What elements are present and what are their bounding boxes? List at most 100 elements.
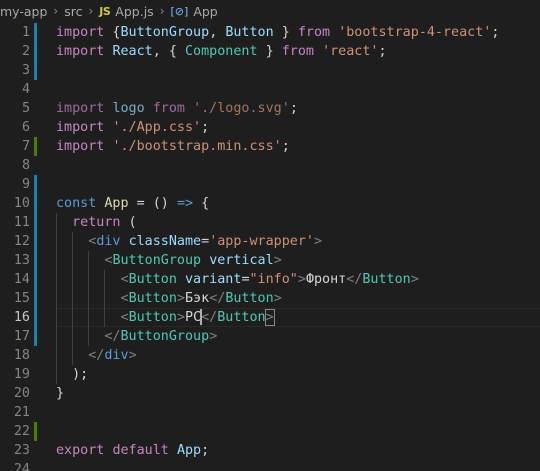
code-token: > — [128, 348, 137, 363]
line-number[interactable]: 1 — [0, 23, 30, 42]
code-line[interactable]: 10 const App = () => { — [0, 194, 540, 213]
code-line[interactable]: 23 export default App; — [0, 441, 540, 460]
code-line[interactable]: 11 return ( — [0, 213, 540, 232]
code-line[interactable]: 12 <div className='app-wrapper'> — [0, 232, 540, 251]
code-line[interactable]: 19 ); — [0, 365, 540, 384]
code-token: ; — [289, 101, 298, 116]
line-number[interactable]: 15 — [0, 289, 30, 308]
git-added-gutter-mark[interactable] — [34, 422, 37, 441]
code-line[interactable]: 22 — [0, 422, 540, 441]
code-line[interactable]: 5 import logo from './logo.svg'; — [0, 99, 540, 118]
git-modified-gutter-mark[interactable] — [34, 327, 37, 346]
code-token: './App.css' — [112, 120, 202, 135]
code-token: 'react' — [322, 44, 379, 59]
code-line[interactable]: 9 — [0, 175, 540, 194]
code-token: </ — [209, 291, 226, 306]
line-number[interactable]: 19 — [0, 365, 30, 384]
line-number[interactable]: 3 — [0, 61, 30, 80]
code-token: Button — [225, 25, 274, 40]
git-modified-gutter-mark[interactable] — [34, 175, 37, 194]
code-token: Component — [185, 44, 258, 59]
git-modified-gutter-mark[interactable] — [34, 251, 37, 270]
code-line[interactable]: 24 — [0, 460, 540, 471]
git-modified-gutter-mark[interactable] — [34, 232, 37, 251]
indent-guide — [56, 213, 57, 384]
line-number[interactable]: 9 — [0, 175, 30, 194]
line-number[interactable]: 24 — [0, 460, 30, 471]
line-number[interactable]: 17 — [0, 327, 30, 346]
line-number[interactable]: 10 — [0, 194, 30, 213]
line-number[interactable]: 21 — [0, 403, 30, 422]
code-token: > — [176, 310, 185, 325]
git-modified-gutter-mark[interactable] — [34, 213, 37, 232]
code-line[interactable]: 4 — [0, 80, 540, 99]
git-modified-gutter-mark[interactable] — [34, 42, 37, 61]
git-modified-gutter-mark[interactable] — [34, 308, 37, 327]
code-line[interactable]: 16 <Button>PC</Button> — [0, 308, 540, 327]
git-added-gutter-mark[interactable] — [34, 137, 37, 156]
code-token: ); — [72, 367, 89, 382]
line-number[interactable]: 11 — [0, 213, 30, 232]
chevron-right-icon: › — [88, 4, 94, 18]
line-number[interactable]: 2 — [0, 42, 30, 61]
breadcrumb-folder[interactable]: src — [64, 4, 82, 19]
git-modified-gutter-mark[interactable] — [34, 194, 37, 213]
line-number[interactable]: 20 — [0, 384, 30, 403]
code-line[interactable]: 21 — [0, 403, 540, 422]
code-line[interactable]: 8 — [0, 156, 540, 175]
javascript-file-icon: JS — [99, 4, 111, 18]
code-line[interactable]: 20} — [0, 384, 540, 403]
code-line[interactable]: 1 import {ButtonGroup, Button } from 'boo… — [0, 23, 540, 42]
breadcrumb-symbol[interactable]: App — [193, 4, 217, 19]
code-token: ; — [378, 44, 387, 59]
code-line[interactable]: 13 <ButtonGroup vertical> — [0, 251, 540, 270]
code-line[interactable]: 18 </div> — [0, 346, 540, 365]
git-modified-gutter-mark[interactable] — [34, 289, 37, 308]
code-token: Бэк — [185, 291, 210, 306]
editor-text-area[interactable]: 1 import {ButtonGroup, Button } from 'boo… — [0, 22, 540, 471]
breadcrumb-file[interactable]: App.js — [115, 4, 153, 19]
code-token: ; — [201, 443, 210, 458]
code-line[interactable]: 2 import React, { Component } from 'react… — [0, 42, 540, 61]
line-number[interactable]: 12 — [0, 232, 30, 251]
git-modified-gutter-mark[interactable] — [34, 23, 37, 42]
line-number[interactable]: 7 — [0, 137, 30, 156]
code-text: } — [56, 384, 64, 403]
code-token: } — [56, 386, 65, 401]
code-token: < — [120, 291, 129, 306]
code-line[interactable]: 14 <Button variant="info">Фронт</Button> — [0, 270, 540, 289]
line-number[interactable]: 16 — [0, 308, 30, 327]
code-token: = — [241, 272, 250, 287]
line-number[interactable]: 23 — [0, 441, 30, 460]
code-line[interactable]: 17 </ButtonGroup> — [0, 327, 540, 346]
breadcrumb: my-app › src › JS App.js › [⊘] App — [0, 0, 540, 22]
line-number[interactable]: 13 — [0, 251, 30, 270]
git-modified-gutter-mark[interactable] — [34, 61, 37, 80]
code-text: import logo from './logo.svg'; — [56, 99, 298, 118]
code-line[interactable]: 7 import './bootstrap.min.css'; — [0, 137, 540, 156]
code-token: </ — [88, 348, 105, 363]
code-line[interactable]: 15 <Button>Бэк</Button> — [0, 289, 540, 308]
line-number[interactable]: 22 — [0, 422, 30, 441]
code-line[interactable]: 6 import './App.css'; — [0, 118, 540, 137]
line-number[interactable]: 18 — [0, 346, 30, 365]
line-number[interactable]: 4 — [0, 80, 30, 99]
indent-guide — [104, 270, 105, 327]
code-token: import — [56, 44, 105, 59]
code-token: < — [120, 310, 129, 325]
breadcrumb-project[interactable]: my-app — [0, 4, 47, 19]
code-line[interactable]: 3 — [0, 61, 540, 80]
code-token: > — [176, 291, 185, 306]
code-token: Button — [128, 272, 177, 287]
git-modified-gutter-mark[interactable] — [34, 270, 37, 289]
line-number[interactable]: 5 — [0, 99, 30, 118]
line-number[interactable]: 6 — [0, 118, 30, 137]
line-number[interactable]: 14 — [0, 270, 30, 289]
code-text: import './App.css'; — [56, 118, 209, 137]
code-token: "info" — [249, 272, 298, 287]
line-number[interactable]: 8 — [0, 156, 30, 175]
